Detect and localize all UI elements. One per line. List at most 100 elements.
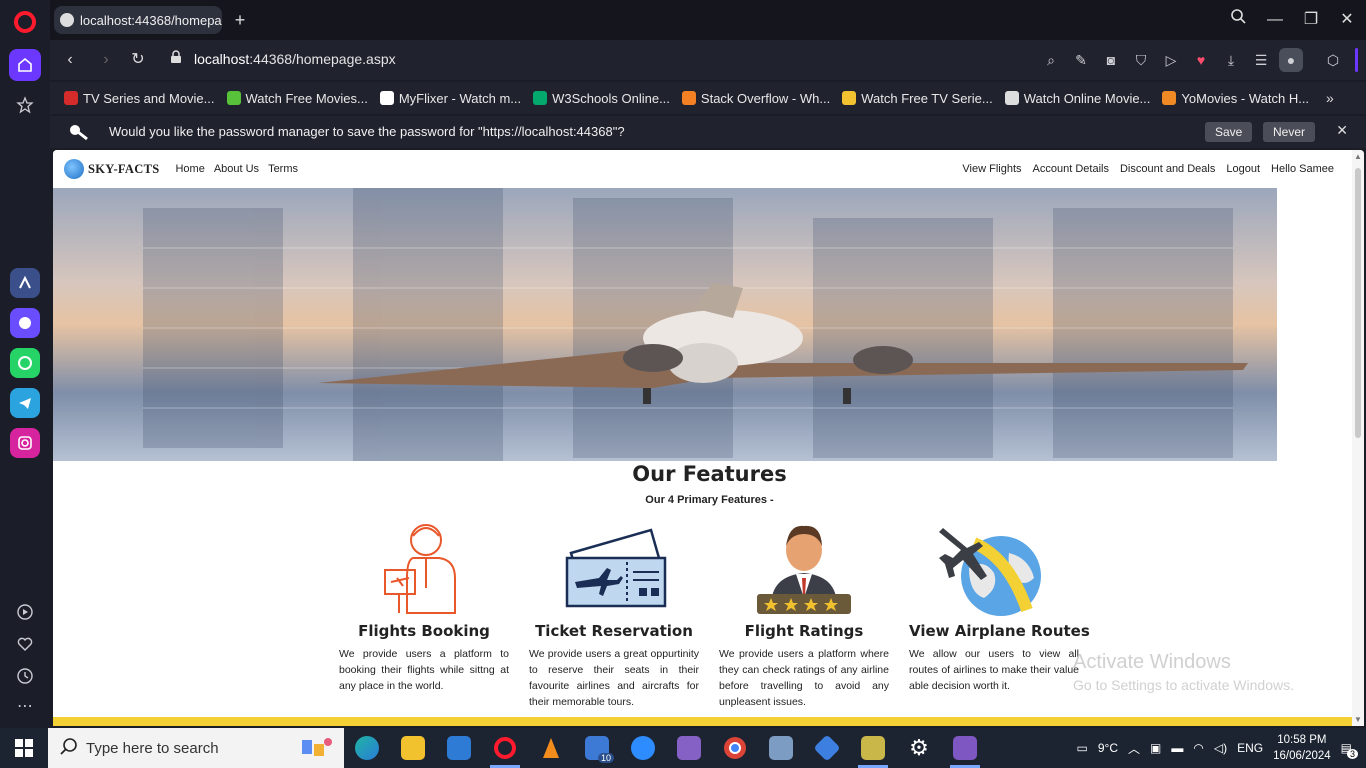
- bookmark-item[interactable]: Watch Free Movies...: [226, 90, 368, 106]
- feature-title: Flights Booking: [358, 622, 490, 640]
- player-icon[interactable]: [9, 596, 41, 628]
- features-subtitle: Our 4 Primary Features -: [645, 494, 774, 506]
- download-icon[interactable]: ⤓: [1219, 48, 1243, 72]
- back-arrow-icon[interactable]: ‹: [58, 48, 82, 72]
- clock[interactable]: 10:58 PM 16/06/2024: [1273, 732, 1331, 764]
- mail-icon[interactable]: 10: [574, 728, 620, 768]
- weather-temp[interactable]: 9°C: [1098, 741, 1118, 755]
- bookmark-item[interactable]: YoMovies - Watch H...: [1162, 91, 1309, 106]
- speed-dial-star-icon[interactable]: [9, 89, 41, 121]
- visual-studio-icon[interactable]: [666, 728, 712, 768]
- bookmark-item[interactable]: W3Schools Online...: [533, 91, 670, 106]
- wifi-icon[interactable]: ◠: [1193, 741, 1203, 755]
- history-clock-icon[interactable]: [9, 660, 41, 692]
- battery-icon[interactable]: ▬: [1171, 741, 1183, 755]
- feature-airplane-routes: View Airplane Routes We allow our users …: [909, 518, 1090, 694]
- feature-ticket-reservation: Ticket Reservation We provide users a gr…: [529, 518, 699, 710]
- tray-overflow-icon[interactable]: ︿: [1128, 740, 1140, 757]
- taskbar-search-box[interactable]: Type here to search: [48, 728, 344, 768]
- bookmark-item[interactable]: Watch Online Movie...: [1004, 90, 1151, 106]
- forward-arrow-icon[interactable]: ›: [94, 48, 118, 72]
- bookmark-item[interactable]: MyFlixer - Watch m...: [379, 91, 521, 106]
- extensions-cube-icon[interactable]: ⬡: [1321, 48, 1345, 72]
- bookmark-item[interactable]: Stack Overflow - Wh...: [681, 90, 831, 106]
- send-icon[interactable]: ▷: [1159, 48, 1183, 72]
- feature-title: View Airplane Routes: [909, 622, 1090, 640]
- more-dots-icon[interactable]: ⋯: [9, 690, 41, 722]
- vlc-icon[interactable]: [528, 728, 574, 768]
- close-prompt-icon[interactable]: ✕: [1336, 122, 1348, 139]
- bookmark-favicon-icon: [64, 91, 78, 105]
- bookmark-label: Watch Free Movies...: [245, 90, 368, 106]
- page-search-icon[interactable]: ⌕: [1039, 48, 1063, 72]
- whatsapp-icon[interactable]: [10, 348, 40, 378]
- heart-icon[interactable]: ♥: [1189, 48, 1213, 72]
- bookmark-label: Watch Online Movie...: [1023, 90, 1151, 106]
- volume-icon[interactable]: ◁): [1214, 741, 1227, 755]
- nav-link-hello-samee[interactable]: Hello Samee: [1271, 163, 1334, 175]
- scroll-down-icon[interactable]: ▼: [1354, 715, 1362, 724]
- nav-right-links: View Flights Account Details Discount and …: [962, 163, 1334, 175]
- edge-icon[interactable]: [344, 728, 390, 768]
- new-tab-plus-icon[interactable]: +: [228, 8, 252, 32]
- settings-gear-icon[interactable]: ⚙: [896, 728, 942, 768]
- minimize-icon[interactable]: —: [1263, 8, 1287, 32]
- notification-count: 3: [1346, 749, 1358, 759]
- bookmark-label: Stack Overflow - Wh...: [700, 90, 831, 106]
- reload-icon[interactable]: ↻: [126, 48, 150, 72]
- zoom-icon[interactable]: [620, 728, 666, 768]
- telegram-icon[interactable]: [10, 388, 40, 418]
- tab-homepage[interactable]: localhost:44368/homepage.aspx: [54, 6, 222, 34]
- meet-icon[interactable]: ▣: [1150, 741, 1161, 755]
- messenger-icon[interactable]: [10, 308, 40, 338]
- profile-icon[interactable]: ●: [1279, 48, 1303, 72]
- site-brand[interactable]: SKY-FACTS: [64, 159, 159, 179]
- password-prompt-text: Would you like the password manager to s…: [109, 124, 625, 139]
- bookmarks-overflow-icon[interactable]: »: [1326, 90, 1334, 106]
- nav-link-about-us[interactable]: About Us: [214, 163, 259, 175]
- search-tabs-icon[interactable]: [1226, 8, 1250, 32]
- power-automate-icon[interactable]: [804, 728, 850, 768]
- nav-link-logout[interactable]: Logout: [1226, 163, 1260, 175]
- store-icon[interactable]: [436, 728, 482, 768]
- never-save-button[interactable]: Never: [1263, 122, 1316, 142]
- close-window-icon[interactable]: ✕: [1335, 8, 1359, 32]
- easy-setup-icon[interactable]: ☰: [1249, 48, 1273, 72]
- nav-link-discount-and-deals[interactable]: Discount and Deals: [1120, 163, 1215, 175]
- bookmark-favicon-icon: [226, 91, 241, 105]
- camera-icon[interactable]: ◙: [1099, 48, 1123, 72]
- bookmark-item[interactable]: TV Series and Movie...: [64, 91, 215, 106]
- aria-icon[interactable]: [10, 268, 40, 298]
- language-indicator[interactable]: ENG: [1237, 741, 1263, 755]
- restore-icon[interactable]: ❐: [1299, 8, 1323, 32]
- opera-logo-icon[interactable]: [9, 6, 41, 38]
- bookmark-label: Watch Free TV Serie...: [861, 90, 993, 106]
- chrome-icon[interactable]: [712, 728, 758, 768]
- nav-link-home[interactable]: Home: [175, 163, 204, 175]
- instagram-icon[interactable]: [10, 428, 40, 458]
- remote-desktop-icon[interactable]: [758, 728, 804, 768]
- nav-left-links: Home About Us Terms: [175, 163, 298, 175]
- nav-link-terms[interactable]: Terms: [268, 163, 298, 175]
- file-explorer-icon[interactable]: [390, 728, 436, 768]
- sql-server-icon[interactable]: [850, 728, 896, 768]
- feature-flights-booking: Flights Booking We provide users a platf…: [339, 518, 509, 694]
- adblock-shield-icon[interactable]: ⛉: [1129, 48, 1153, 72]
- visual-studio-2-icon[interactable]: [942, 728, 988, 768]
- scroll-thumb[interactable]: [1355, 168, 1361, 438]
- home-icon[interactable]: [9, 49, 41, 81]
- ticket-icon: [559, 518, 669, 618]
- opera-taskbar-icon[interactable]: [482, 728, 528, 768]
- url-field[interactable]: localhost:44368/homepage.aspx: [170, 50, 396, 67]
- scroll-up-icon[interactable]: ▲: [1354, 152, 1362, 161]
- nav-link-view-flights[interactable]: View Flights: [962, 163, 1021, 175]
- nav-link-account-details[interactable]: Account Details: [1033, 163, 1109, 175]
- notifications-icon[interactable]: ▤ 3: [1341, 741, 1358, 759]
- windows-start-icon[interactable]: [0, 728, 48, 768]
- save-password-button[interactable]: Save: [1205, 122, 1253, 142]
- favorites-heart-icon[interactable]: [9, 628, 41, 660]
- page-scrollbar[interactable]: ▲ ▼: [1352, 150, 1364, 726]
- bookmark-item[interactable]: Watch Free TV Serie...: [842, 91, 993, 106]
- weather-icon[interactable]: ▭: [1077, 741, 1088, 755]
- edit-icon[interactable]: ✎: [1069, 48, 1093, 72]
